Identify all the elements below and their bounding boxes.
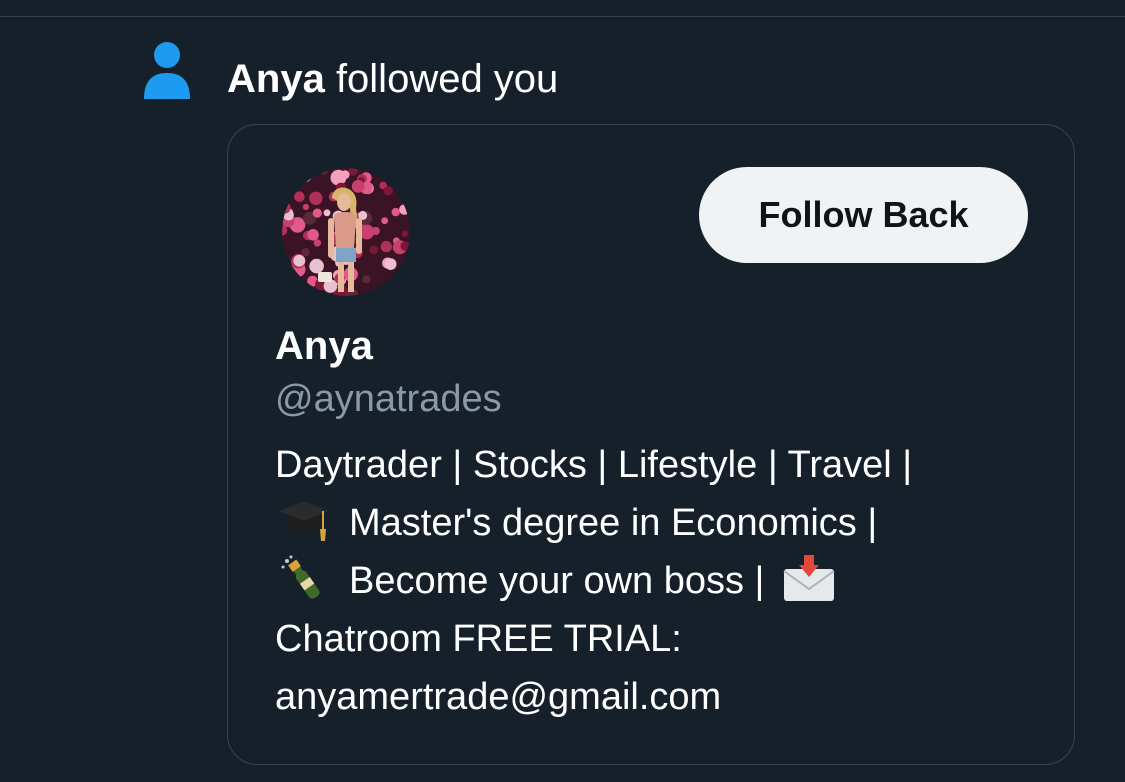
top-divider [0, 16, 1125, 17]
profile-name[interactable]: Anya [275, 322, 373, 370]
bio-line-2: Master's degree in Economics | [275, 494, 1055, 552]
bio-line-3-text: Become your own boss | [349, 560, 765, 602]
bio-email-link[interactable]: anyamertrade@gmail.com [275, 668, 1055, 726]
profile-bio: Daytrader | Stocks | Lifestyle | Travel … [275, 436, 1055, 726]
notification-action: followed you [335, 57, 559, 101]
notification-text: Anya followed you [227, 55, 558, 103]
bio-line-1: Daytrader | Stocks | Lifestyle | Travel … [275, 444, 913, 486]
champagne-bottle-emoji [275, 553, 333, 603]
bio-line-4: Chatroom FREE TRIAL: [275, 618, 682, 660]
profile-handle[interactable]: @aynatrades [275, 375, 502, 423]
bio-line-3: Become your own boss | [275, 552, 1055, 610]
person-icon [142, 41, 192, 101]
graduation-cap-emoji [275, 495, 333, 545]
follow-back-button[interactable]: Follow Back [699, 167, 1028, 263]
notification-actor-name[interactable]: Anya [227, 57, 325, 101]
envelope-with-arrow-emoji [780, 553, 838, 603]
avatar[interactable] [282, 168, 410, 296]
bio-line-2-text: Master's degree in Economics | [349, 502, 878, 544]
